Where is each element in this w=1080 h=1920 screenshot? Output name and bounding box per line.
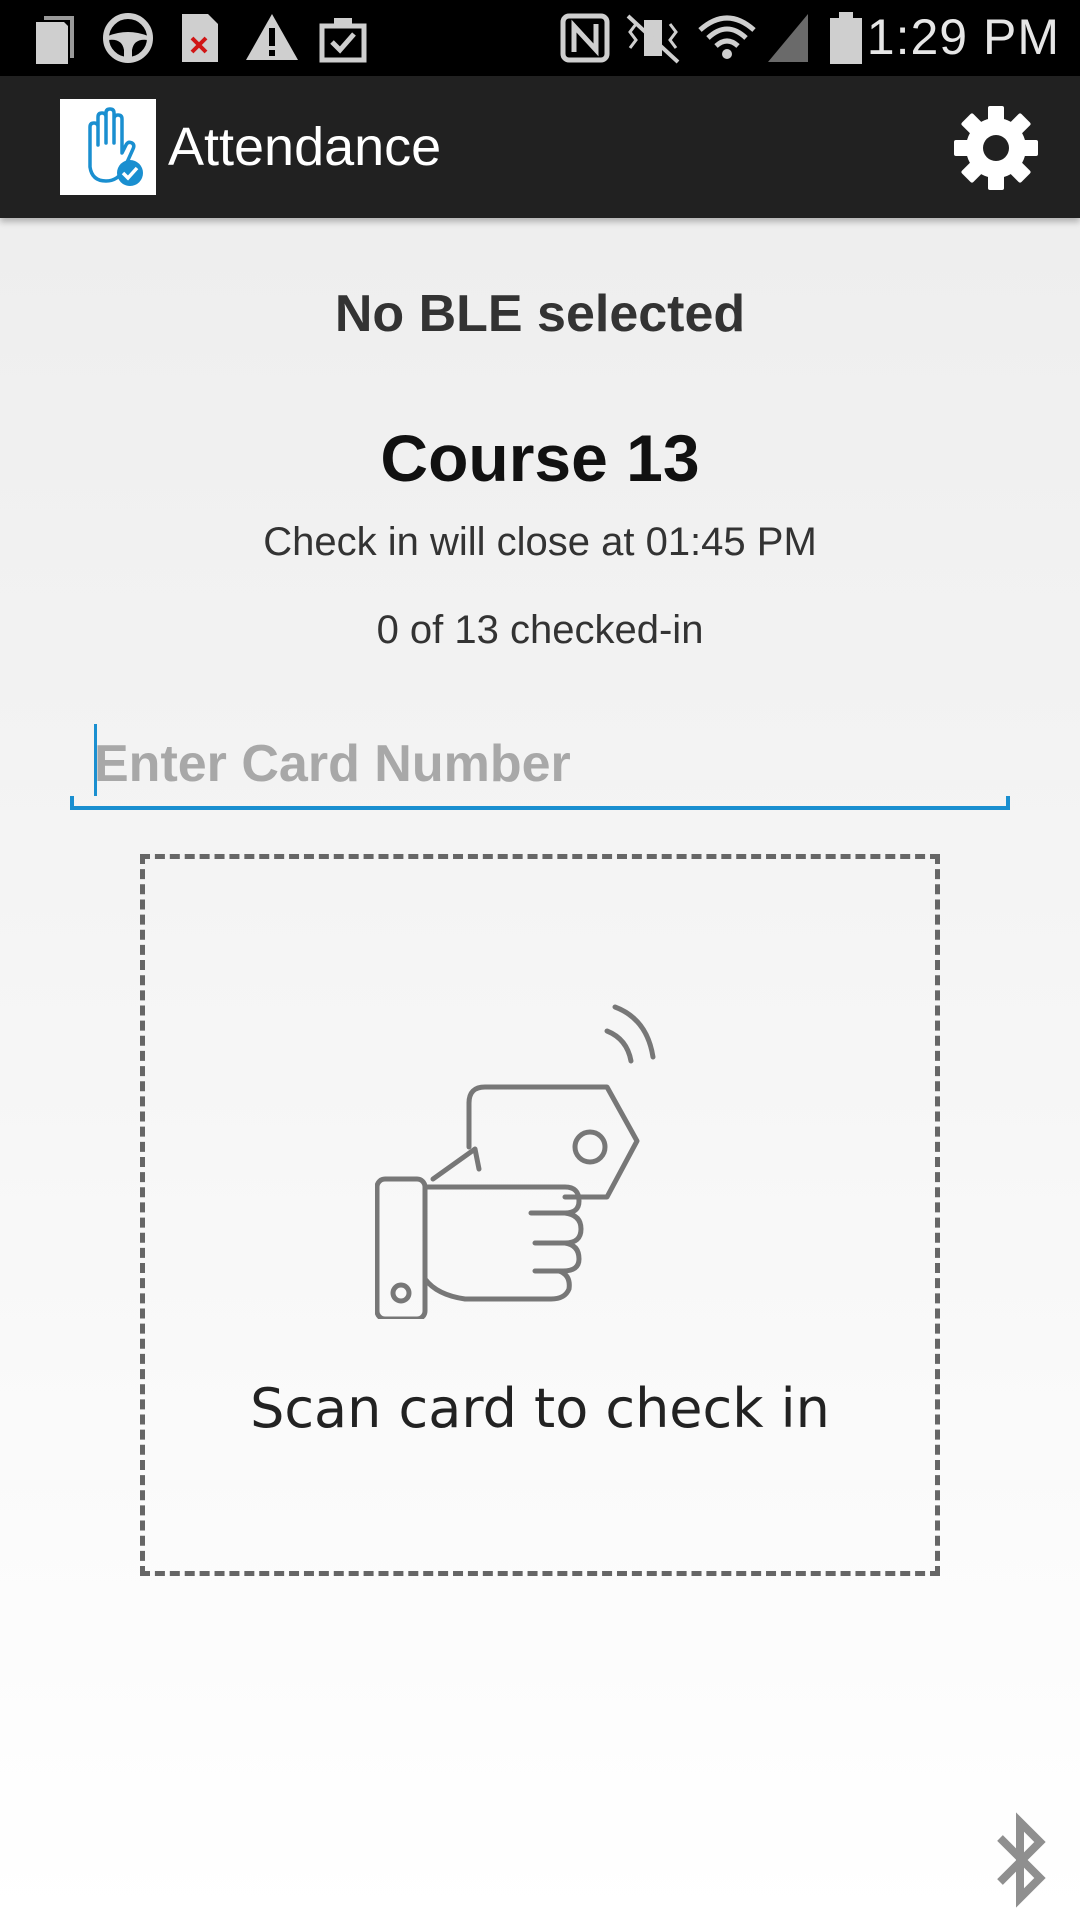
sim-card-icon <box>36 16 74 64</box>
app-logo <box>60 99 156 195</box>
warning-icon <box>246 14 298 60</box>
raised-hand-check-icon <box>88 107 143 186</box>
course-title: Course 13 <box>380 421 700 495</box>
steering-wheel-icon <box>103 13 153 63</box>
signal-icon <box>768 14 808 62</box>
scan-card-area[interactable]: Scan card to check in <box>140 854 940 1576</box>
vibrate-icon <box>626 14 680 64</box>
settings-button[interactable] <box>948 100 1044 196</box>
checkin-count: 0 of 13 checked-in <box>376 608 704 652</box>
wifi-icon <box>698 15 756 59</box>
app-title: Attendance <box>168 117 442 177</box>
hand-holding-card-icon <box>375 1004 656 1319</box>
gear-icon <box>954 106 1038 190</box>
action-bar: Attendance <box>0 76 1080 218</box>
bluetooth-icon[interactable] <box>994 1810 1050 1910</box>
text-cursor <box>94 724 97 796</box>
nfc-icon <box>560 13 610 63</box>
scan-label: Scan card to check in <box>250 1377 830 1440</box>
status-time: 1:29 PM <box>866 9 1060 65</box>
status-bar: 1:29 PM <box>0 0 1080 76</box>
card-number-input[interactable] <box>94 724 994 804</box>
card-number-field-wrapper <box>70 720 1010 810</box>
battery-icon <box>830 12 862 64</box>
ble-status: No BLE selected <box>334 285 746 343</box>
clipboard-check-icon <box>319 18 367 63</box>
file-error-icon <box>182 14 218 62</box>
checkin-close-time: Check in will close at 01:45 PM <box>263 520 817 564</box>
